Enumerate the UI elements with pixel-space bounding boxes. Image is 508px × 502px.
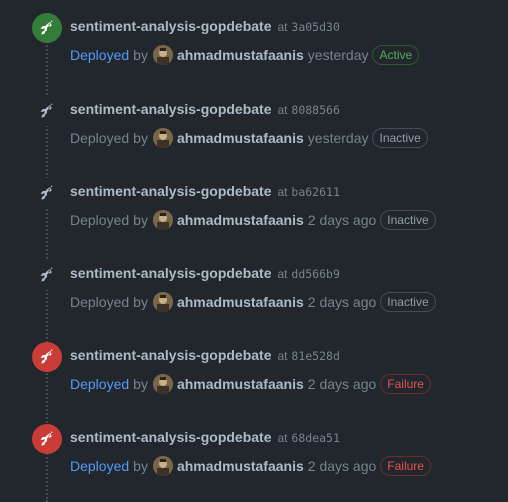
deployed-link[interactable]: Deployed [70,374,129,394]
timestamp: 2 days ago [307,212,377,228]
deployment-item: sentiment-analysis-gopdebate at ba62611 D… [0,178,508,238]
avatar[interactable] [152,292,173,312]
deployment-item: sentiment-analysis-gopdebate at dd566b9 D… [0,260,508,320]
environment-name[interactable]: sentiment-analysis-gopdebate [70,101,272,117]
deployment-item: sentiment-analysis-gopdebate at 3a05d30 D… [0,13,508,73]
status-badge: Active [372,45,420,65]
rocket-icon [32,96,62,126]
timestamp: 2 days ago [307,458,377,474]
environment-name[interactable]: sentiment-analysis-gopdebate [70,183,272,199]
commit-sha[interactable]: 3a05d30 [291,20,339,34]
deployed-link[interactable]: Deployed [70,45,129,65]
environment-name[interactable]: sentiment-analysis-gopdebate [70,347,272,363]
rocket-icon [32,13,62,43]
username-link[interactable]: ahmadmustafaanis [177,374,304,394]
environment-name[interactable]: sentiment-analysis-gopdebate [70,18,272,34]
deployed-label: Deployed [70,294,130,310]
deployed-link[interactable]: Deployed [70,456,129,476]
rocket-icon [32,260,62,290]
timestamp: yesterday [307,130,369,146]
commit-sha[interactable]: 81e528d [291,349,339,363]
status-badge: Inactive [380,292,436,312]
at-label: at [277,431,288,445]
by-label: by [133,294,148,310]
avatar[interactable] [152,210,173,230]
at-label: at [277,20,288,34]
at-label: at [277,267,288,281]
deployment-item: sentiment-analysis-gopdebate at 68dea51 D… [0,424,508,484]
by-label: by [133,130,148,146]
environment-name[interactable]: sentiment-analysis-gopdebate [70,265,272,281]
username-link[interactable]: ahmadmustafaanis [177,45,304,65]
rocket-icon [32,342,62,372]
commit-sha[interactable]: 8088566 [291,103,339,117]
username-link[interactable]: ahmadmustafaanis [177,456,304,476]
status-badge: Inactive [380,210,436,230]
at-label: at [277,349,288,363]
avatar[interactable] [152,456,173,476]
username-link[interactable]: ahmadmustafaanis [177,128,304,148]
timestamp: 2 days ago [307,376,377,392]
deployment-item: sentiment-analysis-gopdebate at 8088566 D… [0,96,508,156]
timestamp: 2 days ago [307,294,377,310]
deployed-label: Deployed [70,212,130,228]
status-badge: Inactive [372,128,428,148]
deployment-item: sentiment-analysis-gopdebate at 81e528d D… [0,342,508,402]
status-badge: Failure [380,374,431,394]
deployed-label: Deployed [70,130,130,146]
avatar[interactable] [152,45,173,65]
status-badge: Failure [380,456,431,476]
timestamp: yesterday [307,47,369,63]
commit-sha[interactable]: dd566b9 [291,267,339,281]
commit-sha[interactable]: ba62611 [291,185,339,199]
at-label: at [277,185,288,199]
rocket-icon [32,178,62,208]
at-label: at [277,103,288,117]
username-link[interactable]: ahmadmustafaanis [177,292,304,312]
environment-name[interactable]: sentiment-analysis-gopdebate [70,429,272,445]
by-label: by [133,376,148,392]
by-label: by [133,47,148,63]
by-label: by [133,458,148,474]
avatar[interactable] [152,374,173,394]
by-label: by [133,212,148,228]
rocket-icon [32,424,62,454]
deployments-timeline: sentiment-analysis-gopdebate at 3a05d30 D… [0,0,508,502]
avatar[interactable] [152,128,173,148]
username-link[interactable]: ahmadmustafaanis [177,210,304,230]
commit-sha[interactable]: 68dea51 [291,431,339,445]
